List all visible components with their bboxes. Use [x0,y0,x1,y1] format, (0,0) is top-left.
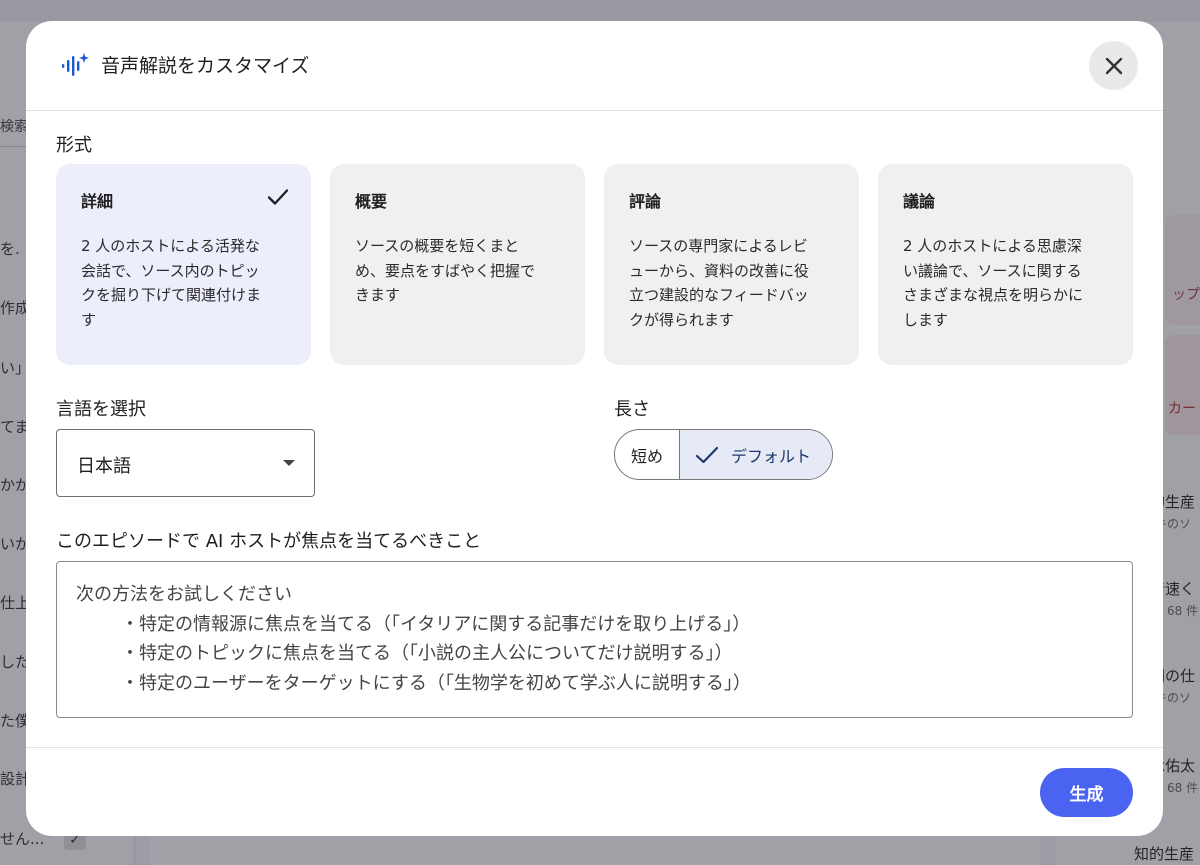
length-option-default-label: デフォルト [731,446,812,466]
check-icon [267,189,289,205]
placeholder-bullet: ・特定のユーザーをターゲットにする（「生物学を初めて学ぶ人に説明する」） [121,672,751,694]
length-segmented-control: 短め デフォルト [614,429,833,480]
format-card-title: 概要 [355,192,388,211]
language-select[interactable]: 日本語 [56,429,315,497]
description-line: す [81,310,97,329]
description-line: 立つ建設的なフィードバッ [629,286,809,304]
description-line: きます [355,286,401,304]
description-line: ソースの専門家によるレビ [629,237,808,255]
description-line: ューから、資料の改善に役 [629,261,810,280]
format-card-description: ソースの概要を短くまと め、要点をすばやく把握で きます [355,234,560,308]
check-icon [695,446,719,463]
description-line: さまざまな視点を明らかに [903,286,1084,304]
description-line: します [903,310,949,329]
description-line: クを掘り下げて関連付けま [81,286,262,304]
format-card-brief[interactable]: 概要 ソースの概要を短くまと め、要点をすばやく把握で きます [330,164,585,365]
format-card-title: 評論 [629,192,662,211]
description-line: 2 人のホストによる思慮深 [903,237,1082,255]
format-card-debate[interactable]: 議論 2 人のホストによる思慮深 い議論で、ソースに関する さまざまな視点を明ら… [878,164,1133,365]
format-card-description: ソースの専門家によるレビ ューから、資料の改善に役 立つ建設的なフィードバッ ク… [629,234,834,332]
dialog-title: 音声解説をカスタマイズ [101,55,310,77]
focus-label: このエピソードで AI ホストが焦点を当てるべきこと [56,531,482,552]
format-card-detail[interactable]: 詳細 2 人のホストによる活発な 会話で、ソース内のトピッ クを掘り下げて関連付… [56,164,311,365]
description-line: 2 人のホストによる活発な [81,237,260,255]
customize-audio-dialog: 音声解説をカスタマイズ 形式 詳細 2 人のホストによる活発な 会話で、ソース内… [26,21,1163,836]
language-label: 言語を選択 [56,399,146,420]
close-button[interactable] [1089,41,1138,90]
description-line: ソースの概要を短くまと [355,237,520,255]
placeholder-bullet: ・特定のトピックに焦点を当てる（「小説の主人公についてだけ説明する」） [121,643,733,664]
format-card-title: 詳細 [81,192,114,211]
dialog-header: 音声解説をカスタマイズ [26,21,1163,111]
generate-button[interactable]: 生成 [1040,768,1133,817]
focus-textarea[interactable]: 次の方法をお試しください ・特定の情報源に焦点を当てる（「イタリアに関する記事だ… [56,561,1133,718]
close-icon [1105,57,1122,74]
description-line: め、要点をすばやく把握で [355,261,536,280]
description-line: い議論で、ソースに関する [903,261,1082,280]
format-card-title: 議論 [903,192,936,211]
description-line: クが得られます [629,310,735,329]
language-select-value: 日本語 [77,456,131,477]
audio-sparkle-icon [62,53,89,76]
format-card-description: 2 人のホストによる活発な 会話で、ソース内のトピッ クを掘り下げて関連付けま … [81,234,286,332]
format-card-critique[interactable]: 評論 ソースの専門家によるレビ ューから、資料の改善に役 立つ建設的なフィードバ… [604,164,859,365]
description-line: 会話で、ソース内のトピッ [81,261,260,280]
format-card-description: 2 人のホストによる思慮深 い議論で、ソースに関する さまざまな視点を明らかに … [903,234,1108,332]
format-label: 形式 [56,135,92,156]
placeholder-intro: 次の方法をお試しください [76,584,292,605]
length-option-default[interactable]: デフォルト [680,430,832,479]
length-label: 長さ [614,399,650,420]
length-option-short[interactable]: 短め [615,430,680,479]
placeholder-bullet: ・特定の情報源に焦点を当てる（「イタリアに関する記事だけを取り上げる」） [121,613,751,635]
footer-divider [26,747,1163,748]
dropdown-arrow-icon [283,460,295,466]
